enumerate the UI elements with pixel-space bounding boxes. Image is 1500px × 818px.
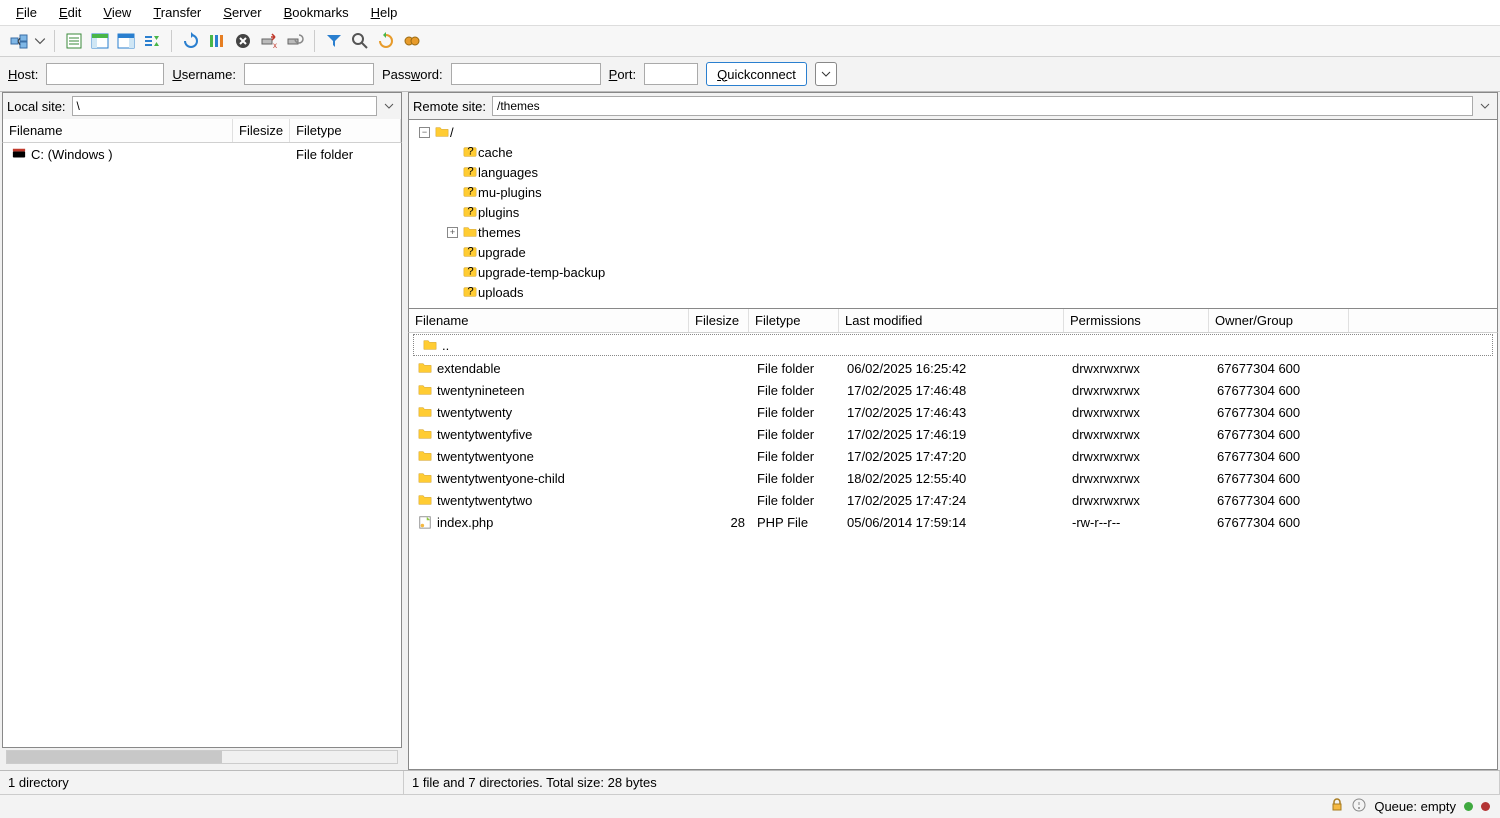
menu-bookmarks[interactable]: Bookmarks xyxy=(276,2,357,23)
remote-status: 1 file and 7 directories. Total size: 28… xyxy=(404,771,1500,794)
local-site-label: Local site: xyxy=(7,99,68,114)
port-label: Port: xyxy=(609,67,636,82)
toggle-local-tree-icon[interactable] xyxy=(89,30,111,52)
tree-node[interactable]: languages xyxy=(413,162,1493,182)
port-input[interactable] xyxy=(644,63,698,85)
menu-view[interactable]: View xyxy=(95,2,139,23)
remote-site-row: Remote site: /themes xyxy=(408,92,1498,119)
site-manager-icon[interactable] xyxy=(8,30,30,52)
menu-edit[interactable]: Edit xyxy=(51,2,89,23)
statusbar: 1 directory 1 file and 7 directories. To… xyxy=(0,770,1500,794)
search-icon[interactable] xyxy=(349,30,371,52)
col-filename[interactable]: Filename xyxy=(3,119,233,142)
reconnect-icon[interactable] xyxy=(284,30,306,52)
find-icon[interactable] xyxy=(401,30,423,52)
col-permissions[interactable]: Permissions xyxy=(1064,309,1209,332)
info-icon xyxy=(1352,798,1366,815)
list-item[interactable]: C: (Windows ) File folder xyxy=(3,143,401,165)
bottom-bar: Queue: empty xyxy=(0,794,1500,818)
quickconnect-button[interactable]: Quickconnect xyxy=(706,62,807,86)
remote-list-header: Filename Filesize Filetype Last modified… xyxy=(408,309,1498,333)
compare-icon[interactable] xyxy=(375,30,397,52)
list-item[interactable]: twentytwentyone File folder 17/02/2025 1… xyxy=(409,445,1497,467)
activity-led-1 xyxy=(1464,802,1473,811)
filter-icon[interactable] xyxy=(323,30,345,52)
main-area: Local site: \ Filename Filesize Filetype… xyxy=(0,92,1500,770)
toggle-remote-tree-icon[interactable] xyxy=(115,30,137,52)
pass-label: Password: xyxy=(382,67,443,82)
tree-expander[interactable]: + xyxy=(447,227,458,238)
user-label: Username: xyxy=(172,67,236,82)
tree-node[interactable]: cache xyxy=(413,142,1493,162)
tree-node[interactable]: plugins xyxy=(413,202,1493,222)
queue-label: Queue: empty xyxy=(1374,799,1456,814)
menu-help[interactable]: Help xyxy=(363,2,406,23)
menubar: File Edit View Transfer Server Bookmarks… xyxy=(0,0,1500,26)
menu-file[interactable]: File xyxy=(8,2,45,23)
local-file-list[interactable]: C: (Windows ) File folder xyxy=(2,143,402,748)
refresh-icon[interactable] xyxy=(180,30,202,52)
local-list-header: Filename Filesize Filetype xyxy=(2,119,402,143)
disconnect-icon[interactable]: x xyxy=(258,30,280,52)
menu-transfer[interactable]: Transfer xyxy=(145,2,209,23)
col-filesize[interactable]: Filesize xyxy=(233,119,290,142)
list-item[interactable]: twentytwentyone-child File folder 18/02/… xyxy=(409,467,1497,489)
list-item[interactable]: index.php 28 PHP File 05/06/2014 17:59:1… xyxy=(409,511,1497,533)
list-item[interactable]: twentytwentytwo File folder 17/02/2025 1… xyxy=(409,489,1497,511)
host-label: Host: xyxy=(8,67,38,82)
list-item[interactable]: extendable File folder 06/02/2025 16:25:… xyxy=(409,357,1497,379)
tree-node[interactable]: +themes xyxy=(413,222,1493,242)
cancel-icon[interactable] xyxy=(232,30,254,52)
tree-expander[interactable]: − xyxy=(419,127,430,138)
remote-site-label: Remote site: xyxy=(413,99,488,114)
quickconnect-bar: Host: Username: Password: Port: Quickcon… xyxy=(0,57,1500,92)
pass-input[interactable] xyxy=(451,63,601,85)
svg-text:x: x xyxy=(273,41,277,50)
site-manager-drop-icon[interactable] xyxy=(34,30,46,52)
user-input[interactable] xyxy=(244,63,374,85)
list-item[interactable]: twentytwenty File folder 17/02/2025 17:4… xyxy=(409,401,1497,423)
tree-node[interactable]: uploads xyxy=(413,282,1493,302)
local-status: 1 directory xyxy=(0,771,404,794)
col-owner[interactable]: Owner/Group xyxy=(1209,309,1349,332)
toggle-queue-icon[interactable] xyxy=(141,30,163,52)
remote-file-list[interactable]: ..extendable File folder 06/02/2025 16:2… xyxy=(408,333,1498,770)
local-pane: Local site: \ Filename Filesize Filetype… xyxy=(2,92,402,770)
quickconnect-history-drop[interactable] xyxy=(815,62,837,86)
tree-node[interactable]: upgrade xyxy=(413,242,1493,262)
process-queue-icon[interactable] xyxy=(206,30,228,52)
local-site-row: Local site: \ xyxy=(2,92,402,119)
toolbar: x xyxy=(0,26,1500,57)
remote-path[interactable]: /themes xyxy=(492,96,1473,116)
col-filesize[interactable]: Filesize xyxy=(689,309,749,332)
tree-node[interactable]: upgrade-temp-backup xyxy=(413,262,1493,282)
activity-led-2 xyxy=(1481,802,1490,811)
list-item[interactable]: twentytwentyfive File folder 17/02/2025 … xyxy=(409,423,1497,445)
menu-server[interactable]: Server xyxy=(215,2,269,23)
remote-pane: Remote site: /themes −/cachelanguagesmu-… xyxy=(408,92,1498,770)
lock-icon xyxy=(1330,798,1344,815)
col-filename[interactable]: Filename xyxy=(409,309,689,332)
local-hscroll[interactable] xyxy=(6,750,398,764)
toggle-log-icon[interactable] xyxy=(63,30,85,52)
local-path[interactable]: \ xyxy=(72,96,377,116)
local-path-drop[interactable] xyxy=(381,96,397,116)
col-lastmod[interactable]: Last modified xyxy=(839,309,1064,332)
list-item[interactable]: twentynineteen File folder 17/02/2025 17… xyxy=(409,379,1497,401)
remote-path-drop[interactable] xyxy=(1477,96,1493,116)
col-filetype[interactable]: Filetype xyxy=(290,119,401,142)
remote-tree[interactable]: −/cachelanguagesmu-pluginsplugins+themes… xyxy=(408,119,1498,309)
tree-node[interactable]: −/ xyxy=(413,122,1493,142)
tree-node[interactable]: mu-plugins xyxy=(413,182,1493,202)
parent-dir-row[interactable]: .. xyxy=(413,334,1493,356)
host-input[interactable] xyxy=(46,63,164,85)
col-filetype[interactable]: Filetype xyxy=(749,309,839,332)
